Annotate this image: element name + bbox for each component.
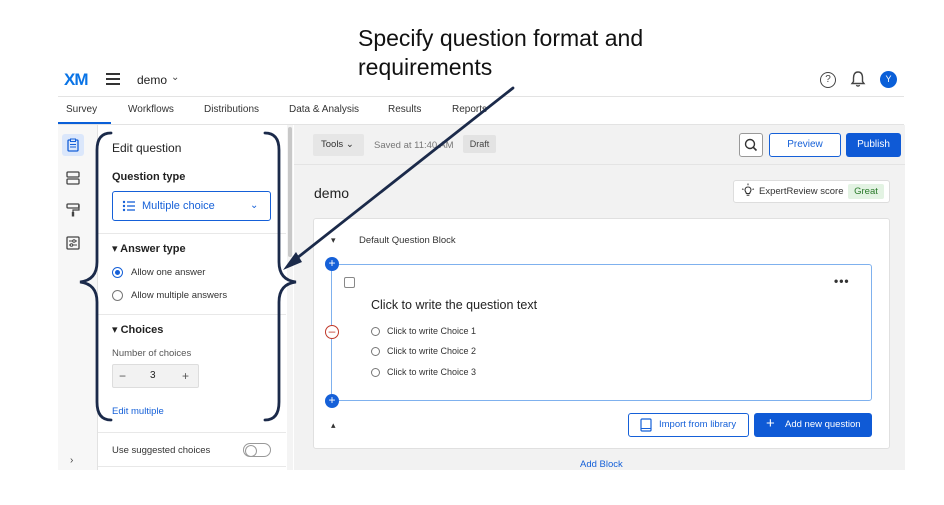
- block-name[interactable]: Default Question Block: [359, 235, 456, 246]
- choice-3[interactable]: Click to write Choice 3: [387, 367, 476, 377]
- tab-survey[interactable]: Survey: [66, 104, 97, 115]
- project-name[interactable]: demo: [137, 73, 167, 87]
- survey-options-icon[interactable]: [66, 236, 80, 250]
- chevron-down-icon[interactable]: ⌄: [171, 72, 179, 83]
- block-up-icon[interactable]: ▴: [331, 420, 336, 431]
- tab-reports[interactable]: Reports: [452, 104, 487, 115]
- book-icon: [640, 418, 652, 432]
- expert-review-grade: Great: [848, 184, 884, 199]
- panel-title: Edit question: [112, 141, 182, 155]
- insert-above-plus-icon[interactable]: +: [325, 257, 339, 271]
- look-and-feel-icon[interactable]: [66, 203, 80, 217]
- choice-radio: [371, 327, 380, 336]
- more-options-icon[interactable]: •••: [834, 274, 850, 288]
- choice-1[interactable]: Click to write Choice 1: [387, 326, 476, 336]
- saved-status: Saved at 11:40 AM: [374, 140, 454, 151]
- number-of-choices-value[interactable]: 3: [150, 370, 156, 381]
- add-question-label: Add new question: [785, 419, 861, 430]
- tab-distributions[interactable]: Distributions: [204, 104, 259, 115]
- section-divider: [98, 233, 286, 234]
- increment-button[interactable]: +: [182, 369, 189, 383]
- expert-review-label: ExpertReview score: [759, 186, 844, 197]
- annotation-line-1: Specify question format and: [358, 25, 644, 51]
- tools-label: Tools: [321, 139, 344, 150]
- panel-scroll-thumb[interactable]: [288, 127, 292, 257]
- bell-icon[interactable]: [850, 70, 866, 88]
- section-divider: [98, 314, 286, 315]
- chevron-down-icon: ⌄: [250, 200, 259, 211]
- tools-button[interactable]: Tools ⌄: [313, 134, 364, 156]
- section-divider: [98, 466, 286, 467]
- lightbulb-icon: [741, 183, 755, 199]
- header-divider: [58, 96, 904, 97]
- survey-title[interactable]: demo: [314, 185, 349, 201]
- annotation-text: Specify question format and requirements: [358, 24, 688, 82]
- remove-choice-icon[interactable]: –: [325, 325, 339, 339]
- choice-radio: [371, 347, 380, 356]
- draft-badge: Draft: [463, 135, 496, 153]
- tab-workflows[interactable]: Workflows: [128, 104, 174, 115]
- xm-logo[interactable]: XM: [64, 70, 88, 90]
- answer-type-heading[interactable]: ▾ Answer type: [112, 242, 186, 255]
- choices-heading[interactable]: ▾ Choices: [112, 323, 163, 336]
- choice-radio: [371, 368, 380, 377]
- question-type-value: Multiple choice: [142, 200, 215, 212]
- use-suggested-toggle[interactable]: [243, 443, 271, 457]
- plus-icon: +: [766, 415, 775, 432]
- use-suggested-label: Use suggested choices: [112, 445, 211, 456]
- publish-button[interactable]: Publish: [846, 133, 901, 157]
- survey-clipboard-icon[interactable]: [66, 138, 80, 152]
- radio-allow-multiple[interactable]: [112, 290, 123, 301]
- question-select-checkbox[interactable]: [344, 277, 355, 288]
- search-icon: [744, 138, 758, 152]
- answer-type-label: Answer type: [120, 243, 186, 255]
- survey-flow-icon[interactable]: [66, 171, 80, 185]
- choices-label: Choices: [120, 324, 164, 336]
- allow-multiple-answers-label: Allow multiple answers: [131, 290, 228, 301]
- edit-multiple-link[interactable]: Edit multiple: [112, 406, 164, 417]
- annotation-line-2: requirements: [358, 54, 493, 80]
- preview-button[interactable]: Preview: [769, 133, 841, 157]
- insert-below-plus-icon[interactable]: +: [325, 394, 339, 408]
- allow-one-answer-label: Allow one answer: [131, 267, 206, 278]
- choice-2[interactable]: Click to write Choice 2: [387, 346, 476, 356]
- section-divider: [98, 432, 286, 433]
- tab-results[interactable]: Results: [388, 104, 421, 115]
- import-label: Import from library: [659, 419, 737, 430]
- add-block-link[interactable]: Add Block: [580, 459, 623, 470]
- number-of-choices-label: Number of choices: [112, 348, 192, 359]
- tab-data-analysis[interactable]: Data & Analysis: [289, 104, 359, 115]
- search-button[interactable]: [739, 133, 763, 157]
- question-text[interactable]: Click to write the question text: [371, 298, 537, 312]
- avatar[interactable]: Y: [880, 71, 897, 88]
- help-icon[interactable]: ?: [820, 72, 836, 88]
- collapse-block-icon[interactable]: ▾: [331, 235, 336, 246]
- radio-allow-one[interactable]: [112, 267, 123, 278]
- menu-icon[interactable]: [106, 73, 120, 85]
- chevron-right-icon[interactable]: ›: [70, 455, 73, 466]
- decrement-button[interactable]: −: [119, 369, 126, 383]
- list-icon: [122, 199, 136, 213]
- question-type-label: Question type: [112, 171, 186, 183]
